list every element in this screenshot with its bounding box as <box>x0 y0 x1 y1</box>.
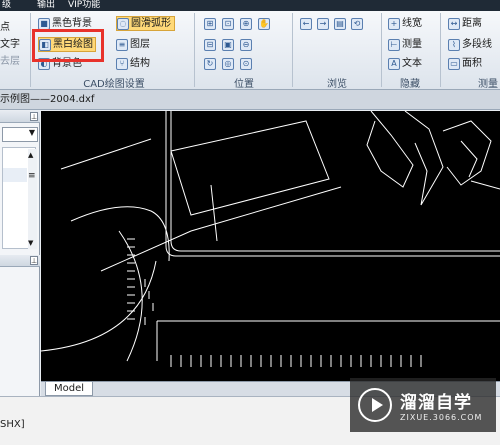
area-icon: ▭ <box>448 57 460 70</box>
zoom-out-icon[interactable]: ⊖ <box>240 38 252 51</box>
document-tab[interactable]: 示例图——2004.dxf <box>0 90 500 110</box>
document-title: 示例图——2004.dxf <box>0 94 95 105</box>
command-line-text: SHX] <box>0 419 25 430</box>
drawing-canvas[interactable] <box>41 111 500 381</box>
text-label: 文本 <box>402 58 422 69</box>
scroll-thumb-icon[interactable]: ≡ <box>28 171 36 181</box>
line-width-icon: + <box>388 17 400 30</box>
pin-icon[interactable]: ⊥ <box>30 256 38 265</box>
group-separator <box>292 13 293 87</box>
menu-item-output[interactable]: 输出 <box>37 0 55 11</box>
scrollbar[interactable]: ▲ ≡ ▼ <box>28 149 37 249</box>
zoom-extent-icon[interactable]: ▣ <box>222 38 234 51</box>
ribbon-text-button[interactable]: 文字 <box>0 37 20 52</box>
browse-refresh-icon[interactable]: ⟲ <box>351 17 363 30</box>
smooth-arc-icon: ◌ <box>117 17 129 30</box>
fit-view-icon[interactable]: ⊟ <box>204 38 216 51</box>
area-label: 面积 <box>462 58 482 69</box>
ribbon-layer-button[interactable]: 去层 <box>0 54 20 69</box>
panel-title-bar-2: ⊥ <box>0 255 40 267</box>
measure-label: 测量 <box>402 39 422 50</box>
ribbon-point-button[interactable]: 点 <box>0 20 10 35</box>
zoom-select-icon[interactable]: ⊡ <box>222 17 234 30</box>
layers-label: 图层 <box>130 39 150 50</box>
list-item[interactable] <box>3 168 27 182</box>
model-tab[interactable]: Model <box>45 382 94 396</box>
position-row-1: ⊞ ⊡ ⊕ ✋ <box>204 16 270 31</box>
rotate-icon[interactable]: ↻ <box>204 57 216 70</box>
group-separator <box>194 13 195 87</box>
play-logo-icon <box>358 388 392 422</box>
arrow-left-icon[interactable]: ← <box>300 17 312 30</box>
polyline-label: 多段线 <box>462 39 492 50</box>
chevron-down-icon: ▼ <box>28 128 35 137</box>
position-row-3: ↻ ◎ ⊙ <box>204 56 252 71</box>
pin-icon[interactable]: ⊥ <box>30 112 38 121</box>
hide-group-label: 隐藏 <box>400 79 420 90</box>
zoom-in-icon[interactable]: ⊕ <box>240 17 252 30</box>
group-separator <box>381 13 382 87</box>
group-separator <box>440 13 441 87</box>
layers-button[interactable]: ≡ 图层 <box>116 37 150 52</box>
line-width-label: 线宽 <box>402 18 422 29</box>
highlight-box <box>32 29 104 62</box>
text-button[interactable]: A 文本 <box>388 56 422 71</box>
black-background-icon: ■ <box>38 17 50 30</box>
scroll-up-icon[interactable]: ▲ <box>28 151 33 159</box>
menu-bar: 级 输出 VIP功能 <box>0 0 500 11</box>
cad-group-label: CAD绘图设置 <box>83 79 145 90</box>
layers-icon: ≡ <box>116 38 128 51</box>
watermark: 溜溜自学 ZIXUE.3066.COM <box>350 378 496 432</box>
watermark-subtitle: ZIXUE.3066.COM <box>400 413 483 422</box>
structure-icon: ⑂ <box>116 57 128 70</box>
line-width-button[interactable]: + 线宽 <box>388 16 422 31</box>
left-panel: ⊥ ▼ ▲ ≡ ▼ ⊥ <box>0 111 40 401</box>
browse-open-icon[interactable]: ▤ <box>334 17 346 30</box>
polyline-icon: ⌇ <box>448 38 460 51</box>
distance-button[interactable]: ↔ 距离 <box>448 16 482 31</box>
watermark-title: 溜溜自学 <box>400 393 472 413</box>
browse-group-label: 浏览 <box>327 79 347 90</box>
area-button[interactable]: ▭ 面积 <box>448 56 482 71</box>
panel-dropdown[interactable]: ▼ <box>2 127 38 142</box>
position-group-label: 位置 <box>234 79 254 90</box>
panel-title-bar: ⊥ <box>0 111 40 123</box>
polyline-button[interactable]: ⌇ 多段线 <box>448 37 492 52</box>
scroll-down-icon[interactable]: ▼ <box>28 239 33 247</box>
structure-button[interactable]: ⑂ 结构 <box>116 56 150 71</box>
browse-row: ← → ▤ ⟲ <box>300 16 363 31</box>
zoom-window-icon[interactable]: ⊞ <box>204 17 216 30</box>
arrow-right-icon[interactable]: → <box>317 17 329 30</box>
cad-drawing <box>41 111 500 367</box>
distance-label: 距离 <box>462 18 482 29</box>
smooth-arc-label: 圆滑弧形 <box>131 18 171 29</box>
distance-icon: ↔ <box>448 17 460 30</box>
smooth-arc-button[interactable]: ◌ 圆滑弧形 <box>116 16 175 31</box>
measure-icon: ⊢ <box>388 38 400 51</box>
menu-item-vip[interactable]: VIP功能 <box>68 0 100 11</box>
zoom-previous-icon[interactable]: ◎ <box>222 57 234 70</box>
position-row-2: ⊟ ▣ ⊖ <box>204 37 252 52</box>
text-icon: A <box>388 57 400 70</box>
measure-button[interactable]: ⊢ 测量 <box>388 37 422 52</box>
menu-item-edit[interactable]: 级 <box>2 0 11 11</box>
structure-label: 结构 <box>130 58 150 69</box>
group-separator <box>30 13 31 87</box>
zoom-realtime-icon[interactable]: ⊙ <box>240 57 252 70</box>
measure-group-label: 测量 <box>478 79 498 90</box>
pan-hand-icon[interactable]: ✋ <box>258 17 270 30</box>
